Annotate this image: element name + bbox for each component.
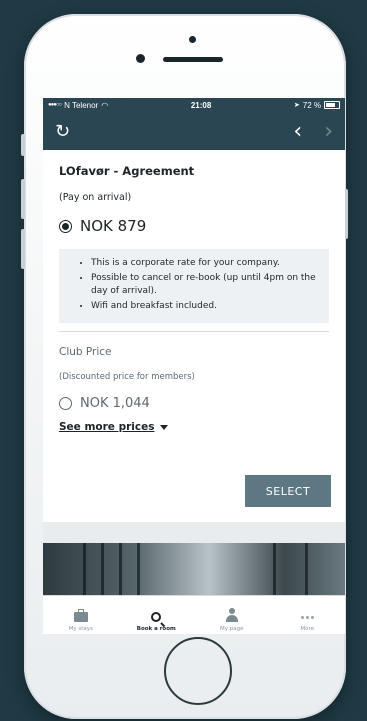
wifi-icon: ◠ (101, 100, 109, 110)
benefit-item: Possible to cancel or re-book (up until … (91, 272, 319, 298)
club-price: NOK 1,044 (80, 396, 150, 411)
see-more-prices-link[interactable]: See more prices (59, 421, 169, 433)
agreement-price: NOK 879 (80, 217, 147, 235)
status-bar: ●●●○○ N Telenor ◠ 21:08 ➤ 72 % (43, 98, 345, 112)
signal-icon: ●●●○○ (48, 102, 62, 108)
radio-selected-icon[interactable] (59, 219, 72, 233)
status-time: 21:08 (190, 100, 212, 110)
select-button[interactable]: SELECT (245, 475, 331, 507)
see-more-label: See more prices (59, 421, 155, 433)
mute-switch (21, 134, 25, 156)
tab-book-a-room[interactable]: Book a room (119, 596, 195, 634)
rate-subtitle: (Pay on arrival) (59, 192, 132, 203)
radio-unselected-icon[interactable] (59, 397, 72, 410)
hotel-photo (43, 543, 345, 595)
chevron-down-icon (160, 424, 169, 430)
rate-option-agreement[interactable]: NOK 879 (59, 217, 329, 235)
tab-bar: My stays Book a room My page More (43, 595, 345, 634)
benefit-item: Wifi and breakfast included. (91, 300, 319, 313)
rate-title: LOfavør - Agreement (59, 164, 195, 178)
tab-label: My stays (68, 626, 93, 632)
tab-label: My page (220, 626, 244, 632)
nav-bar: ↻ ‹ › (43, 112, 345, 150)
carrier-label: N Telenor (64, 100, 99, 110)
home-button[interactable] (164, 637, 232, 705)
front-camera (136, 54, 145, 63)
tab-my-stays[interactable]: My stays (43, 596, 119, 634)
volume-up-button (21, 179, 25, 219)
earpiece-speaker (163, 57, 223, 62)
divider (59, 331, 329, 332)
briefcase-icon (73, 609, 88, 622)
club-subtitle: (Discounted price for members) (59, 372, 195, 382)
club-title: Club Price (59, 346, 112, 358)
refresh-icon[interactable]: ↻ (55, 121, 70, 142)
battery-icon (324, 101, 340, 109)
volume-down-button (21, 229, 25, 269)
chevron-left-icon[interactable]: ‹ (293, 119, 302, 144)
battery-label: 72 % (302, 100, 321, 110)
tab-more[interactable]: More (270, 596, 346, 634)
location-icon: ➤ (293, 102, 300, 109)
user-icon (225, 608, 239, 622)
tab-label: Book a room (136, 626, 176, 632)
tab-label: More (300, 626, 315, 632)
chevron-right-icon[interactable]: › (324, 119, 333, 144)
app-screen: ●●●○○ N Telenor ◠ 21:08 ➤ 72 % ↻ ‹ › LOf… (43, 98, 345, 634)
rate-card: LOfavør - Agreement (Pay on arrival) NOK… (43, 150, 345, 522)
front-sensor (189, 36, 196, 43)
search-icon (151, 612, 162, 622)
rate-option-club[interactable]: NOK 1,044 (59, 396, 329, 411)
tab-my-page[interactable]: My page (194, 596, 270, 634)
benefits-box: This is a corporate rate for your compan… (59, 249, 329, 323)
more-dots-icon (300, 612, 314, 622)
benefit-item: This is a corporate rate for your compan… (91, 257, 319, 270)
